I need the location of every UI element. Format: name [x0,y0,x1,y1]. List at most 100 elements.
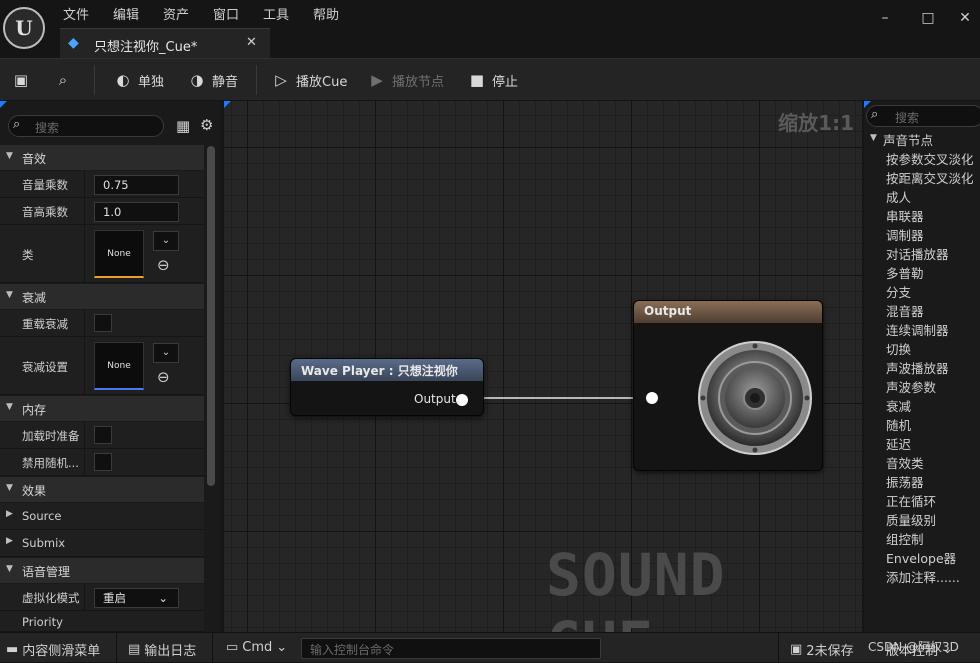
details-scrollbar[interactable] [207,146,215,486]
override-attenuation-checkbox[interactable] [94,314,112,332]
volume-multiplier-input[interactable]: 0.75 [94,175,179,195]
palette-item[interactable]: 振荡器 [886,472,924,491]
menu-file[interactable]: 文件 [63,4,89,23]
output-log-button[interactable]: ▤ 输出日志 [128,640,196,659]
disable-random-checkbox[interactable] [94,453,112,471]
palette-item[interactable]: 音效类 [886,453,924,472]
output-node[interactable]: Output [633,300,823,471]
tab-close-icon[interactable]: ✕ [246,35,257,50]
section-label: 效果 [22,484,47,498]
menu-help[interactable]: 帮助 [313,4,339,23]
wave-player-node[interactable]: Wave Player : 只想注视你 Output [290,358,484,416]
solo-button[interactable]: ◐ 单独 [112,69,164,91]
prop-source[interactable]: ▶ Source [0,503,204,530]
tab-sound-cue[interactable]: ◆ 只想注视你_Cue* ✕ [60,28,270,58]
prop-label: Priority [22,615,63,629]
view-options-icon[interactable]: ▦ [176,117,190,135]
play-node-button[interactable]: ▶ 播放节点 [366,69,444,91]
palette-item[interactable]: 对话播放器 [886,244,949,263]
console-input[interactable]: 输入控制台命令 [301,638,601,659]
palette-item[interactable]: 按距离交叉淡化 [886,168,974,187]
collapse-arrow-icon: ▼ [6,151,13,161]
prop-disable-random: 禁用随机... [0,449,204,476]
palette-item[interactable]: 添加注释...... [886,567,960,586]
speaker-icon [698,341,812,455]
unreal-logo-icon[interactable]: U [3,7,45,49]
search-placeholder: 搜索 [35,121,60,135]
gear-icon[interactable]: ⚙ [200,116,213,134]
palette-item[interactable]: 分支 [886,282,911,301]
attenuation-dropdown-button[interactable]: ⌄ [153,343,179,363]
chevron-down-icon: ⌄ [158,591,168,605]
class-dropdown-button[interactable]: ⌄ [153,231,179,251]
section-sound[interactable]: ▼ 音效 [0,145,204,171]
palette-item[interactable]: 质量级别 [886,510,936,529]
menu-edit[interactable]: 编辑 [113,4,139,23]
search-placeholder: 搜索 [895,111,920,125]
palette-item[interactable]: 多普勒 [886,263,924,282]
output-log-icon: ▤ [128,642,141,657]
divider [84,198,85,224]
palette-item[interactable]: 声波参数 [886,377,936,396]
prop-virtualization-mode: 虚拟化模式 重启 ⌄ [0,584,204,611]
palette-item[interactable]: 串联器 [886,206,924,225]
section-voice-management[interactable]: ▼ 语音管理 [0,558,204,584]
tab-label: 只想注视你_Cue* [94,40,198,55]
content-drawer-button[interactable]: ▬ 内容侧滑菜单 [6,640,100,659]
mute-button[interactable]: ◑ 静音 [186,69,238,91]
collapse-arrow-icon: ▼ [870,133,877,143]
close-window-button[interactable]: ✕ [955,8,975,28]
palette-item[interactable]: 延迟 [886,434,911,453]
console-placeholder: 输入控制台命令 [310,643,395,657]
class-asset-thumbnail[interactable]: None [94,230,144,278]
divider [84,225,85,282]
stop-button[interactable]: ■ 停止 [466,69,518,91]
palette-item[interactable]: 声波播放器 [886,358,949,377]
content-drawer-icon: ▬ [6,642,19,657]
play-cue-button[interactable]: ▷ 播放Cue [270,69,347,91]
status-bar: ▬ 内容侧滑菜单 ▤ 输出日志 ▭ Cmd ⌄ 输入控制台命令 ▣ 2未保存 版本控制 ⌄ … [0,632,980,663]
section-effects[interactable]: ▼ 效果 [0,477,204,503]
input-pin[interactable] [646,392,658,404]
select-value: 重启 [103,591,126,605]
palette-item[interactable]: Envelope器 [886,548,956,567]
browse-button[interactable]: ⌕ [52,69,74,91]
save-button[interactable]: ▣ [10,69,32,91]
attenuation-asset-thumbnail[interactable]: None [94,342,144,390]
section-attenuation[interactable]: ▼ 衰减 [0,284,204,310]
use-selected-icon[interactable]: ⊖ [157,368,170,386]
menu-asset[interactable]: 资产 [163,4,189,23]
menu-window[interactable]: 窗口 [213,4,239,23]
stop-label: 停止 [492,74,519,90]
palette-search-input[interactable]: ⌕ 搜索 [866,105,980,127]
palette-item[interactable]: 连续调制器 [886,320,949,339]
unsaved-button[interactable]: ▣ 2未保存 [790,640,854,659]
minimize-button[interactable]: – [875,8,895,28]
expand-arrow-icon: ▶ [6,536,13,546]
palette-item[interactable]: 正在循环 [886,491,936,510]
palette-item[interactable]: 成人 [886,187,911,206]
palette-item[interactable]: 按参数交叉淡化 [886,149,974,168]
output-pin[interactable] [456,394,468,406]
palette-item[interactable]: 混音器 [886,301,924,320]
menu-tools[interactable]: 工具 [263,4,289,23]
graph-canvas[interactable]: 缩放1:1 SOUND CUE Wave Player : 只想注视你 Outp… [224,101,862,632]
virtualization-mode-select[interactable]: 重启 ⌄ [94,588,179,608]
maximize-button[interactable]: □ [918,8,938,28]
details-search-input[interactable]: ⌕ 搜索 [8,115,164,137]
prime-on-load-checkbox[interactable] [94,426,112,444]
cmd-dropdown[interactable]: ▭ Cmd ⌄ [226,640,287,655]
divider [84,422,85,448]
pitch-multiplier-input[interactable]: 1.0 [94,202,179,222]
palette-item[interactable]: 调制器 [886,225,924,244]
palette-item[interactable]: 切换 [886,339,911,358]
use-selected-icon[interactable]: ⊖ [157,256,170,274]
palette-item[interactable]: 随机 [886,415,911,434]
section-label: 语音管理 [22,565,71,579]
section-memory[interactable]: ▼ 内存 [0,396,204,422]
palette-item[interactable]: 组控制 [886,529,924,548]
palette-item[interactable]: 衰减 [886,396,911,415]
node-title: Wave Player : 只想注视你 [301,364,458,378]
prop-submix[interactable]: ▶ Submix [0,530,204,557]
palette-category[interactable]: 声音节点 [883,130,933,149]
